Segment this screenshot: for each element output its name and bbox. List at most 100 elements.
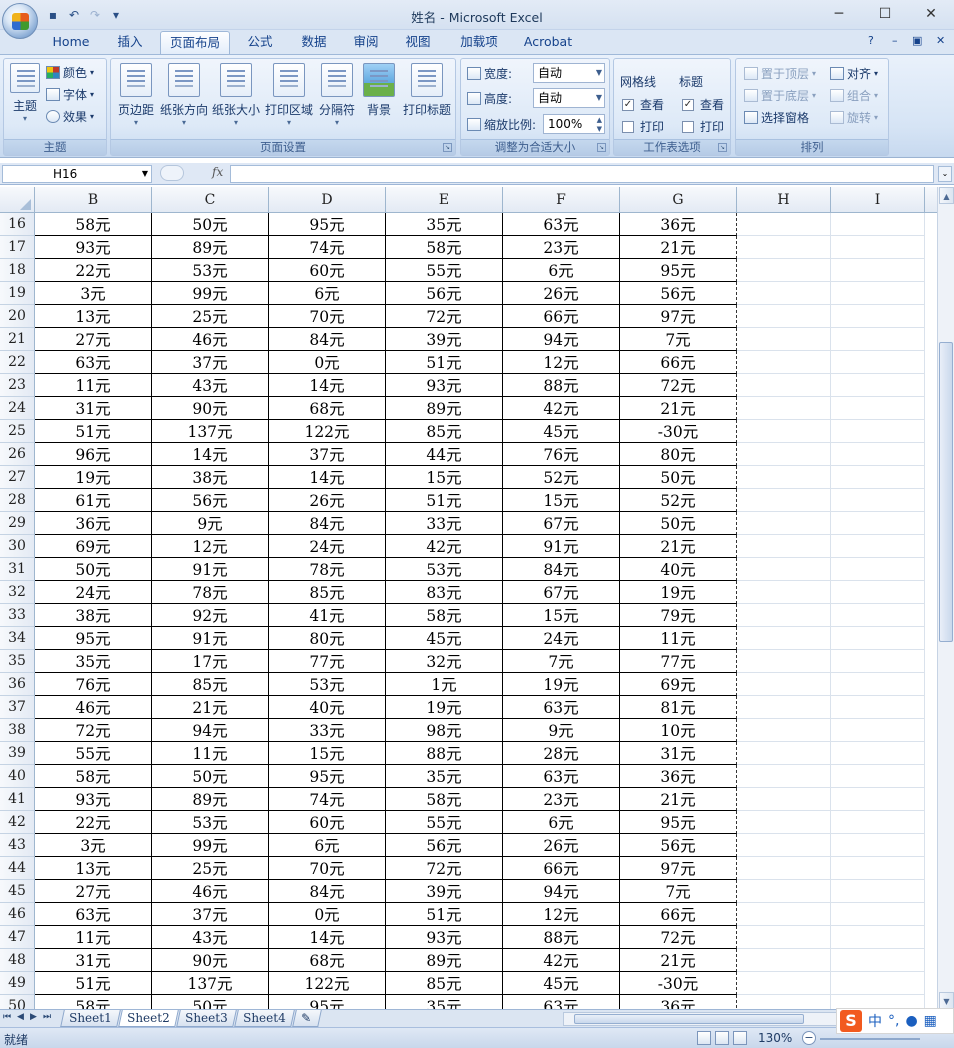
empty-cell[interactable] <box>737 535 831 558</box>
cell[interactable]: 90元 <box>152 397 269 420</box>
margins-button[interactable]: 页边距 ▾ <box>113 63 159 127</box>
background-button[interactable]: 背景 <box>361 63 397 118</box>
cell[interactable]: 50元 <box>152 213 269 236</box>
cell[interactable]: 9元 <box>152 512 269 535</box>
cell[interactable]: 12元 <box>152 535 269 558</box>
cell[interactable]: 52元 <box>620 489 737 512</box>
normal-view-icon[interactable] <box>697 1031 711 1045</box>
cell[interactable]: 78元 <box>269 558 386 581</box>
cell[interactable]: 137元 <box>152 972 269 995</box>
empty-cell[interactable] <box>831 696 925 719</box>
page-layout-view-icon[interactable] <box>715 1031 729 1045</box>
cell[interactable]: 23元 <box>503 236 620 259</box>
empty-cell[interactable] <box>831 880 925 903</box>
align-button[interactable]: 对齐 ▾ <box>830 63 878 83</box>
cell[interactable]: 6元 <box>503 259 620 282</box>
empty-cell[interactable] <box>831 558 925 581</box>
formula-cancel-icon[interactable] <box>160 165 184 181</box>
office-button[interactable] <box>2 3 38 39</box>
punctuation-icon[interactable]: °, <box>888 1013 899 1029</box>
cell[interactable]: 79元 <box>620 604 737 627</box>
cell[interactable]: 13元 <box>35 305 152 328</box>
empty-cell[interactable] <box>831 213 925 236</box>
cell[interactable]: 46元 <box>35 696 152 719</box>
cell[interactable]: 95元 <box>620 259 737 282</box>
cell[interactable]: 99元 <box>152 282 269 305</box>
theme-colors-button[interactable]: 颜色 ▾ <box>46 62 94 82</box>
cell[interactable]: 95元 <box>269 213 386 236</box>
row-header[interactable]: 50 <box>0 995 35 1009</box>
cell[interactable]: 77元 <box>620 650 737 673</box>
row-header[interactable]: 23 <box>0 374 35 397</box>
cell[interactable]: 63元 <box>503 696 620 719</box>
empty-cell[interactable] <box>831 903 925 926</box>
column-header[interactable]: F <box>503 187 620 213</box>
cell[interactable]: 26元 <box>503 282 620 305</box>
cell[interactable]: 91元 <box>152 627 269 650</box>
row-header[interactable]: 18 <box>0 259 35 282</box>
sheet-tab-sheet4[interactable]: Sheet4 <box>234 1010 295 1027</box>
cell[interactable]: 55元 <box>386 259 503 282</box>
row-header[interactable]: 47 <box>0 926 35 949</box>
row-header[interactable]: 49 <box>0 972 35 995</box>
row-header[interactable]: 27 <box>0 466 35 489</box>
empty-cell[interactable] <box>737 627 831 650</box>
scroll-up-icon[interactable]: ▲ <box>939 187 954 204</box>
cell[interactable]: 66元 <box>620 903 737 926</box>
tab-addins[interactable]: 加载项 <box>450 31 508 54</box>
page-setup-launcher-icon[interactable]: ↘ <box>443 143 452 152</box>
prev-sheet-icon[interactable]: ◀ <box>17 1012 24 1022</box>
empty-cell[interactable] <box>737 696 831 719</box>
cell[interactable]: 63元 <box>35 351 152 374</box>
empty-cell[interactable] <box>831 466 925 489</box>
cell[interactable]: 37元 <box>269 443 386 466</box>
cell[interactable]: 43元 <box>152 926 269 949</box>
empty-cell[interactable] <box>831 949 925 972</box>
cell[interactable]: 28元 <box>503 742 620 765</box>
empty-cell[interactable] <box>737 857 831 880</box>
cell[interactable]: 36元 <box>620 995 737 1009</box>
cell[interactable]: 24元 <box>269 535 386 558</box>
column-header[interactable]: I <box>831 187 925 213</box>
cell[interactable]: 32元 <box>386 650 503 673</box>
cell[interactable]: 33元 <box>386 512 503 535</box>
empty-cell[interactable] <box>737 673 831 696</box>
row-header[interactable]: 17 <box>0 236 35 259</box>
tab-page-layout[interactable]: 页面布局 <box>160 31 230 54</box>
cell[interactable]: 95元 <box>35 627 152 650</box>
minimize-button[interactable]: ─ <box>816 0 862 28</box>
cell[interactable]: 24元 <box>503 627 620 650</box>
group-button[interactable]: 组合 ▾ <box>830 85 878 105</box>
cell[interactable]: 93元 <box>35 788 152 811</box>
cell[interactable]: 12元 <box>503 903 620 926</box>
cell[interactable]: 91元 <box>152 558 269 581</box>
cell[interactable]: 74元 <box>269 236 386 259</box>
cell[interactable]: 39元 <box>386 880 503 903</box>
cell[interactable]: 137元 <box>152 420 269 443</box>
cell[interactable]: 51元 <box>35 420 152 443</box>
cell[interactable]: 93元 <box>386 374 503 397</box>
cell[interactable]: 31元 <box>35 949 152 972</box>
cell[interactable]: 35元 <box>386 213 503 236</box>
cell[interactable]: 58元 <box>386 236 503 259</box>
empty-cell[interactable] <box>831 995 925 1009</box>
zoom-slider[interactable] <box>820 1038 920 1040</box>
cell[interactable]: 50元 <box>35 558 152 581</box>
tab-view[interactable]: 视图 <box>394 31 442 54</box>
tab-review[interactable]: 审阅 <box>342 31 390 54</box>
cell[interactable]: 36元 <box>620 765 737 788</box>
cell[interactable]: 52元 <box>503 466 620 489</box>
row-header[interactable]: 32 <box>0 581 35 604</box>
cell[interactable]: 77元 <box>269 650 386 673</box>
empty-cell[interactable] <box>831 236 925 259</box>
cell[interactable]: -30元 <box>620 420 737 443</box>
cell[interactable]: 19元 <box>620 581 737 604</box>
cell[interactable]: 14元 <box>152 443 269 466</box>
cell[interactable]: 42元 <box>503 949 620 972</box>
row-header[interactable]: 34 <box>0 627 35 650</box>
cell[interactable]: 39元 <box>386 328 503 351</box>
row-header[interactable]: 38 <box>0 719 35 742</box>
cell[interactable]: 41元 <box>269 604 386 627</box>
cell[interactable]: 51元 <box>386 489 503 512</box>
cell[interactable]: 21元 <box>620 397 737 420</box>
